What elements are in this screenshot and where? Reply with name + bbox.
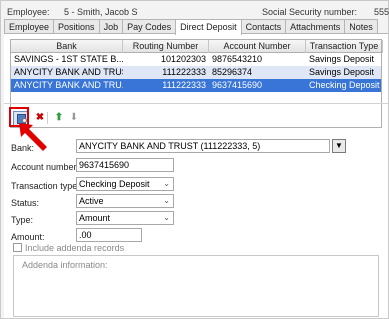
tab-notes[interactable]: Notes: [344, 19, 378, 34]
status-select[interactable]: Active ⌄: [76, 194, 174, 208]
addenda-info-area[interactable]: Addenda information:: [13, 255, 379, 317]
transaction-type-value: Checking Deposit: [79, 179, 150, 189]
cell-bank: ANYCITY BANK AND TRUS...: [14, 67, 123, 77]
cell-transaction-type: Checking Deposit: [309, 80, 380, 90]
transaction-type-select[interactable]: Checking Deposit ⌄: [76, 177, 174, 191]
column-header-bank[interactable]: Bank: [11, 40, 123, 53]
type-value: Amount: [79, 213, 111, 223]
tab-employee[interactable]: Employee: [4, 19, 55, 34]
column-header-routing[interactable]: Routing Number: [123, 40, 209, 53]
account-field[interactable]: 9637415690: [76, 158, 174, 172]
type-label: Type:: [11, 215, 34, 225]
table-row-selected[interactable]: ANYCITY BANK AND TRU... 111222333 963741…: [11, 79, 381, 92]
tab-positions[interactable]: Positions: [53, 19, 100, 34]
cell-account: 9637415690: [212, 80, 263, 90]
amount-field[interactable]: .00: [76, 228, 142, 242]
tab-contacts[interactable]: Contacts: [240, 19, 287, 34]
transaction-type-label: Transaction type:: [11, 181, 80, 191]
tab-pay-codes[interactable]: Pay Codes: [122, 19, 177, 34]
chevron-down-icon: ▼: [335, 141, 343, 150]
move-down-button[interactable]: ⬇: [67, 111, 81, 125]
cell-transaction-type: Savings Deposit: [309, 54, 375, 64]
chevron-down-icon: ⌄: [163, 179, 170, 188]
grid-header: Bank Routing Number Account Number Trans…: [11, 40, 383, 53]
tab-attachments[interactable]: Attachments: [285, 19, 346, 34]
amount-label: Amount:: [11, 232, 45, 242]
annotation-arrow-icon: [19, 123, 47, 151]
chevron-down-icon: ⌄: [163, 196, 170, 205]
bank-label: Bank:: [11, 143, 35, 153]
status-label: Status:: [11, 198, 40, 208]
cell-routing: 111222333: [162, 80, 206, 90]
employee-value: 5 - Smith, Jacob S: [64, 7, 138, 17]
table-row[interactable]: SAVINGS - 1ST STATE B... 101202303 98765…: [11, 53, 381, 66]
window: Employee: 5 - Smith, Jacob S Social Secu…: [0, 0, 389, 319]
cell-account: 9876543210: [212, 54, 263, 64]
include-addenda-label: Include addenda records: [25, 243, 125, 253]
tab-direct-deposit[interactable]: Direct Deposit: [175, 19, 242, 35]
bank-field[interactable]: ANYCITY BANK AND TRUST (111222333, 5): [76, 139, 330, 153]
include-addenda-checkbox[interactable]: [13, 243, 22, 252]
cell-routing: 101202303: [160, 54, 206, 64]
cell-bank: SAVINGS - 1ST STATE B...: [14, 54, 123, 64]
status-value: Active: [79, 196, 104, 206]
arrow-down-icon: ⬇: [69, 112, 79, 123]
cell-account: 85296374: [212, 67, 253, 77]
chevron-down-icon: ⌄: [163, 213, 170, 222]
cell-bank: ANYCITY BANK AND TRU...: [14, 80, 123, 90]
column-header-account[interactable]: Account Number: [209, 40, 306, 53]
ssn-label: Social Security number:: [262, 7, 358, 17]
bank-dropdown-button[interactable]: ▼: [332, 139, 346, 153]
ssn-value: 555-6: [374, 7, 389, 17]
cell-routing: 111222333: [162, 67, 206, 77]
tab-job[interactable]: Job: [98, 19, 124, 34]
cell-transaction-type: Savings Deposit: [309, 67, 375, 77]
employee-label: Employee:: [7, 7, 50, 17]
type-select[interactable]: Amount ⌄: [76, 211, 174, 225]
tab-bar: Employee Positions Job Pay Codes Direct …: [4, 19, 378, 35]
toolbar-divider: [4, 103, 388, 104]
employee-info: Employee: 5 - Smith, Jacob S Social Secu…: [7, 7, 389, 19]
addenda-info-label: Addenda information:: [22, 260, 108, 270]
account-label: Account number:: [11, 162, 80, 172]
table-row[interactable]: ANYCITY BANK AND TRUS... 111222333 85296…: [11, 66, 381, 79]
column-header-transaction-type[interactable]: Transaction Type: [306, 40, 383, 53]
